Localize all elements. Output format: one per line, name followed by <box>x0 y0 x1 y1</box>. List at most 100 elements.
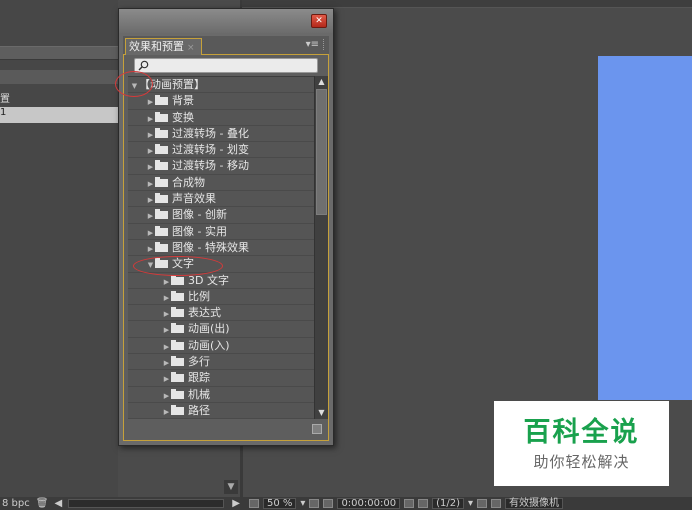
project-search-bar[interactable] <box>0 46 118 60</box>
safe-area-icon[interactable] <box>323 499 334 508</box>
tree-item-label: 路径 <box>188 403 210 417</box>
expand-arrow-right-icon[interactable]: ▶ <box>162 371 171 387</box>
folder-icon <box>171 274 184 285</box>
tree-item-label: 表达式 <box>188 306 221 320</box>
tab-effects-presets[interactable]: 效果和预置 × <box>125 38 202 55</box>
folder-icon <box>155 144 168 155</box>
expand-arrow-right-icon[interactable]: ▶ <box>146 225 155 241</box>
composition-top-bar <box>242 0 692 8</box>
camera-select[interactable]: 有效摄像机 <box>505 498 564 509</box>
tree-item[interactable]: ▶ 过渡转场 - 叠化 <box>128 126 314 143</box>
expand-arrow-right-icon[interactable]: ▶ <box>146 208 155 224</box>
panel-menu-icon[interactable]: ▾≡ <box>306 39 319 50</box>
tree-item[interactable]: ▶ 路径 <box>128 403 314 419</box>
trash-icon[interactable]: 🗑 <box>36 498 49 509</box>
tree-item[interactable]: ▶ 表达式 <box>128 305 314 322</box>
tree-item[interactable]: ▶ 图像 - 特殊效果 <box>128 240 314 257</box>
tree-item[interactable]: ▶ 图像 - 实用 <box>128 224 314 240</box>
expand-arrow-right-icon[interactable]: ▶ <box>162 290 171 306</box>
expand-arrow-right-icon[interactable]: ▶ <box>162 339 171 355</box>
panel-content: ▼ 【动画预置】 ▶ 背景 ▶ 变换 ▶ 过渡转场 - 叠化 ▶ 过渡转场 - 划变 ▶ 过渡转场 -… <box>123 55 329 441</box>
folder-icon <box>155 95 168 106</box>
tree-item-label: 动画(入) <box>188 338 230 352</box>
transparency-grid-icon[interactable] <box>491 499 502 508</box>
expand-arrow-right-icon[interactable]: ▶ <box>162 306 171 322</box>
expand-arrow-right-icon[interactable]: ▶ <box>146 94 155 110</box>
grid-icon[interactable] <box>309 499 320 508</box>
resolution-dropdown-icon[interactable]: ▾ <box>468 498 473 509</box>
tree-item[interactable]: ▶ 动画(入) <box>128 338 314 355</box>
tree-item[interactable]: ▶ 机械 <box>128 387 314 403</box>
project-row-selected[interactable]: 1 <box>0 107 118 123</box>
project-status-bar: 8 bpc 🗑 ◀ ▶ <box>0 497 240 510</box>
expand-arrow-right-icon[interactable]: ▶ <box>146 159 155 175</box>
tree-item[interactable]: ▶ 3D 文字 <box>128 273 314 289</box>
scroll-up-icon[interactable]: ▲ <box>315 76 328 88</box>
effects-presets-panel: ✕ 效果和预置 × ▾≡ ▼ 【动画预置】 ▶ 背景 ▶ 变换 ▶ 过渡转场 - 叠化 ▶ 过渡转场… <box>118 8 334 446</box>
expand-arrow-right-icon[interactable]: ▶ <box>162 355 171 371</box>
expand-arrow-right-icon[interactable]: ▶ <box>146 192 155 208</box>
expand-arrow-right-icon[interactable]: ▶ <box>146 241 155 257</box>
composition-preview <box>598 56 692 400</box>
zoom-dropdown-icon[interactable]: ▾ <box>300 498 305 509</box>
folder-icon <box>171 372 184 383</box>
bit-depth-label[interactable]: 8 bpc <box>2 498 30 509</box>
scroll-down-arrow-icon[interactable]: ▼ <box>224 480 238 494</box>
folder-icon <box>155 176 168 187</box>
roi-icon[interactable] <box>477 499 488 508</box>
scroll-right-icon[interactable]: ▶ <box>232 498 240 509</box>
camera-snapshot-icon[interactable] <box>404 499 415 508</box>
expand-arrow-right-icon[interactable]: ▶ <box>146 143 155 159</box>
folder-icon <box>155 127 168 138</box>
watermark-title: 百科全说 <box>523 417 640 448</box>
scrollbar-thumb[interactable] <box>316 89 327 215</box>
scroll-down-icon[interactable]: ▼ <box>315 407 328 419</box>
region-icon[interactable] <box>249 499 259 508</box>
tree-item[interactable]: ▶ 合成物 <box>128 175 314 192</box>
tree-item[interactable]: ▶ 变换 <box>128 110 314 126</box>
expand-arrow-right-icon[interactable]: ▶ <box>162 274 171 290</box>
expand-arrow-right-icon[interactable]: ▶ <box>162 322 171 338</box>
expand-arrow-right-icon[interactable]: ▶ <box>162 404 171 419</box>
tree-item[interactable]: ▶ 动画(出) <box>128 321 314 338</box>
tree-item[interactable]: ▶ 比例 <box>128 289 314 306</box>
expand-arrow-right-icon[interactable]: ▶ <box>146 127 155 143</box>
tree-item-label: 过渡转场 - 移动 <box>172 159 249 173</box>
folder-icon <box>171 339 184 350</box>
scroll-left-icon[interactable]: ◀ <box>54 498 62 509</box>
panel-grip-icon[interactable] <box>323 39 328 50</box>
vertical-scrollbar[interactable]: ▲ ▼ <box>314 76 328 419</box>
tree-item[interactable]: ▶ 过渡转场 - 划变 <box>128 142 314 159</box>
watermark: 百科全说 助你轻松解决 <box>494 401 669 486</box>
channel-icon[interactable] <box>418 499 429 508</box>
folder-icon <box>171 290 184 301</box>
panel-titlebar[interactable]: ✕ <box>119 9 333 33</box>
project-row[interactable]: 置 <box>0 90 118 106</box>
expand-arrow-right-icon[interactable]: ▶ <box>146 111 155 127</box>
tree-item[interactable]: ▶ 背景 <box>128 93 314 110</box>
tree-item-label: 合成物 <box>172 175 205 189</box>
search-input[interactable] <box>134 58 318 73</box>
tree-item[interactable]: ▶ 过渡转场 - 移动 <box>128 158 314 175</box>
folder-icon <box>155 209 168 220</box>
tree-item[interactable]: ▶ 多行 <box>128 354 314 371</box>
tree-item[interactable]: ▶ 跟踪 <box>128 370 314 387</box>
horizontal-scrollbar[interactable] <box>68 499 225 508</box>
tab-close-icon[interactable]: × <box>187 43 195 53</box>
tree-item[interactable]: ▼ 【动画预置】 <box>128 77 314 94</box>
expand-arrow-right-icon[interactable]: ▶ <box>146 176 155 192</box>
expand-arrow-right-icon[interactable]: ▶ <box>162 388 171 404</box>
panel-footer <box>124 420 328 440</box>
close-button[interactable]: ✕ <box>311 14 327 28</box>
tree-item-label: 过渡转场 - 划变 <box>172 143 249 157</box>
tree-item[interactable]: ▶ 图像 - 创新 <box>128 207 314 224</box>
resolution-select[interactable]: (1/2) <box>432 498 464 509</box>
timecode-field[interactable]: 0:00:00:00 <box>337 498 401 509</box>
zoom-select[interactable]: 50 % <box>263 498 297 509</box>
annotation-circle <box>115 71 153 97</box>
folder-icon <box>155 193 168 204</box>
tree-item[interactable]: ▶ 声音效果 <box>128 191 314 208</box>
new-preset-icon[interactable] <box>312 424 322 434</box>
tree-item-label: 比例 <box>188 289 210 303</box>
tree-item-label: 机械 <box>188 387 210 401</box>
